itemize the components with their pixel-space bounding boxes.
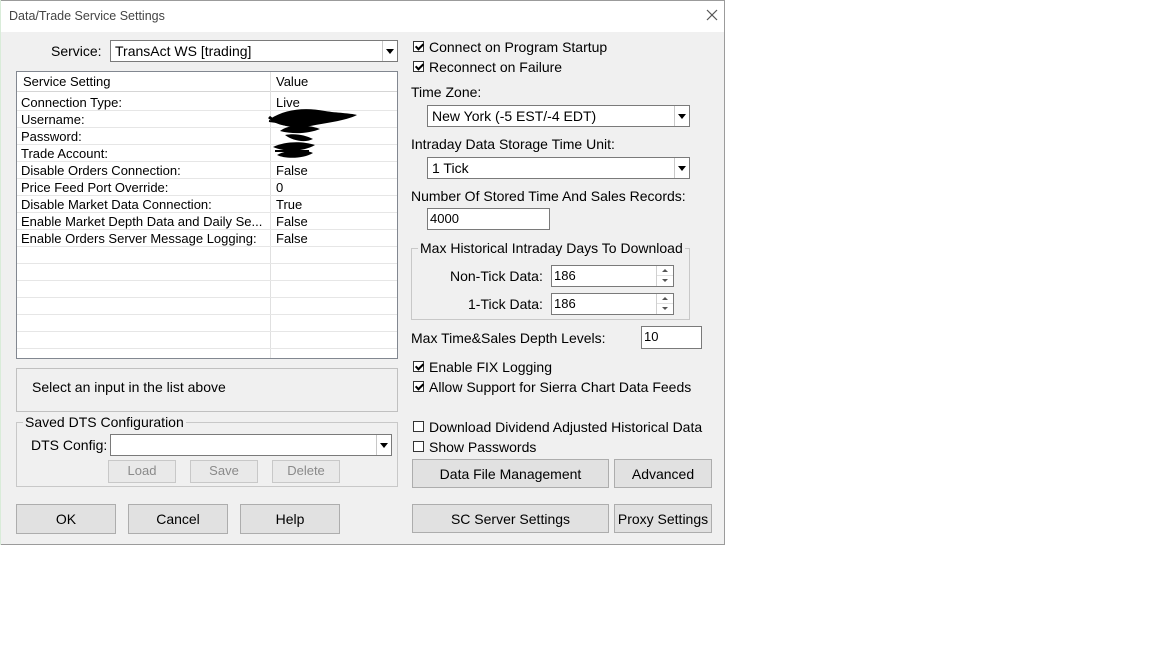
reconnect-on-failure-checkbox[interactable]	[413, 61, 424, 72]
dts-config-select[interactable]	[110, 434, 392, 456]
non-tick-label: Non-Tick Data:	[450, 268, 543, 284]
historical-group-title: Max Historical Intraday Days To Download	[418, 240, 685, 256]
window-title: Data/Trade Service Settings	[9, 9, 165, 23]
connect-on-startup-checkbox[interactable]	[413, 41, 424, 52]
help-button[interactable]: Help	[240, 504, 340, 534]
title-bar: Data/Trade Service Settings	[1, 1, 724, 32]
load-button[interactable]: Load	[108, 460, 176, 483]
spin-down-icon[interactable]	[657, 276, 673, 286]
table-row[interactable]	[17, 264, 397, 281]
delete-button[interactable]: Delete	[272, 460, 340, 483]
save-button[interactable]: Save	[190, 460, 258, 483]
spin-up-icon[interactable]	[657, 266, 673, 276]
left-edge-accent	[0, 0, 1, 545]
depth-levels-label: Max Time&Sales Depth Levels:	[411, 330, 606, 346]
table-row[interactable]	[17, 298, 397, 315]
data-file-management-button[interactable]: Data File Management	[412, 459, 609, 488]
ok-button[interactable]: OK	[16, 504, 116, 534]
spin-down-icon[interactable]	[657, 304, 673, 314]
reconnect-on-failure-label: Reconnect on Failure	[429, 59, 563, 75]
advanced-button[interactable]: Advanced	[614, 459, 712, 488]
table-row[interactable]: Price Feed Port Override: 0	[17, 179, 397, 196]
chevron-down-icon[interactable]	[674, 158, 689, 178]
allow-sierra-feeds-label: Allow Support for Sierra Chart Data Feed…	[429, 379, 692, 395]
table-row[interactable]: Enable Orders Server Message Logging: Fa…	[17, 230, 397, 247]
redaction-scribble	[268, 109, 357, 158]
dts-config-label: DTS Config:	[31, 437, 108, 453]
storage-unit-select[interactable]: 1 Tick	[427, 157, 690, 179]
description-box: Select an input in the list above	[16, 368, 398, 412]
connect-on-startup-label: Connect on Program Startup	[429, 39, 608, 55]
table-row[interactable]	[17, 315, 397, 332]
spinner[interactable]	[656, 266, 673, 286]
show-passwords-checkbox[interactable]	[413, 441, 424, 452]
table-row[interactable]	[17, 332, 397, 349]
table-row[interactable]	[17, 247, 397, 264]
timezone-select[interactable]: New York (-5 EST/-4 EDT)	[427, 105, 690, 127]
service-label: Service:	[51, 43, 102, 59]
timezone-label: Time Zone:	[411, 84, 482, 100]
storage-unit-label: Intraday Data Storage Time Unit:	[411, 136, 615, 152]
grid-header: Service Setting Value	[17, 72, 397, 92]
service-select[interactable]: TransAct WS [trading]	[110, 40, 398, 62]
proxy-settings-button[interactable]: Proxy Settings	[614, 504, 712, 533]
ts-records-label: Number Of Stored Time And Sales Records:	[411, 188, 686, 204]
non-tick-stepper[interactable]: 186	[551, 265, 674, 287]
saved-dts-title: Saved DTS Configuration	[23, 414, 186, 430]
depth-levels-input[interactable]: 10	[641, 326, 702, 349]
description-text: Select an input in the list above	[32, 379, 226, 395]
column-header-value[interactable]: Value	[276, 74, 308, 89]
spin-up-icon[interactable]	[657, 294, 673, 304]
column-header-setting[interactable]: Service Setting	[23, 74, 110, 89]
download-dividend-checkbox[interactable]	[413, 421, 424, 432]
table-row[interactable]	[17, 281, 397, 298]
enable-fix-logging-checkbox[interactable]	[413, 361, 424, 372]
chevron-down-icon[interactable]	[674, 106, 689, 126]
table-row[interactable]: Enable Market Depth Data and Daily Se...…	[17, 213, 397, 230]
enable-fix-logging-label: Enable FIX Logging	[429, 359, 552, 375]
one-tick-stepper[interactable]: 186	[551, 293, 674, 315]
download-dividend-label: Download Dividend Adjusted Historical Da…	[429, 419, 703, 435]
close-icon[interactable]	[701, 4, 723, 26]
chevron-down-icon[interactable]	[382, 41, 397, 61]
chevron-down-icon[interactable]	[376, 435, 391, 455]
cancel-button[interactable]: Cancel	[128, 504, 228, 534]
table-row[interactable]: Disable Orders Connection: False	[17, 162, 397, 179]
settings-dialog: Data/Trade Service Settings Service: Tra…	[0, 0, 725, 545]
spinner[interactable]	[656, 294, 673, 314]
show-passwords-label: Show Passwords	[429, 439, 537, 455]
table-row[interactable]: Disable Market Data Connection: True	[17, 196, 397, 213]
allow-sierra-feeds-checkbox[interactable]	[413, 381, 424, 392]
ts-records-input[interactable]: 4000	[427, 208, 550, 230]
sc-server-settings-button[interactable]: SC Server Settings	[412, 504, 609, 533]
service-settings-grid[interactable]: Service Setting Value Connection Type: L…	[16, 71, 398, 359]
one-tick-label: 1-Tick Data:	[468, 296, 543, 312]
